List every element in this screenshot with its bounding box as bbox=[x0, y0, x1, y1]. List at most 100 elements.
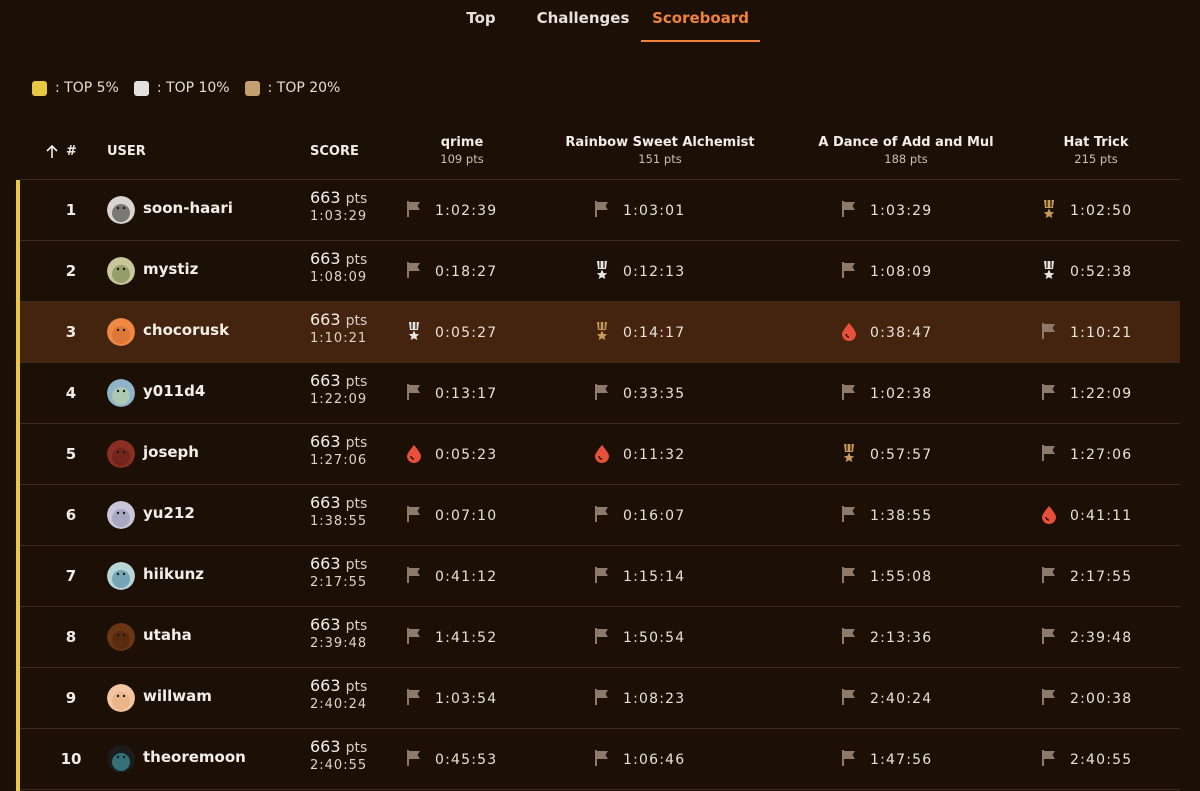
score-unit: pts bbox=[345, 557, 368, 573]
score-unit: pts bbox=[345, 679, 368, 695]
scoreboard-rows: 1 soon-haari 663 pts 1:03:29 1:02:39 1:03:01 1… bbox=[20, 180, 1180, 790]
table-row[interactable]: 1 soon-haari 663 pts 1:03:29 1:02:39 1:03:01 1… bbox=[20, 180, 1180, 241]
avatar[interactable] bbox=[107, 379, 135, 407]
flag-icon bbox=[405, 382, 423, 406]
username-link[interactable]: soon-haari bbox=[143, 199, 233, 217]
avatar[interactable] bbox=[107, 562, 135, 590]
solve-time: 1:22:09 bbox=[1070, 386, 1133, 402]
solve-time: 0:16:07 bbox=[623, 508, 686, 524]
rank-column-header[interactable]: # bbox=[45, 144, 77, 159]
avatar[interactable] bbox=[107, 745, 135, 773]
challenge-header-rainbow-sweet-alchemist[interactable]: Rainbow Sweet Alchemist 151 pts bbox=[550, 135, 770, 166]
solve-cell: 0:05:23 bbox=[405, 443, 497, 467]
solve-cell: 1:02:50 bbox=[1040, 199, 1132, 223]
solve-cell: 1:15:14 bbox=[593, 565, 685, 589]
solve-time: 0:18:27 bbox=[435, 264, 498, 280]
score-cell: 663 pts 2:40:24 bbox=[310, 676, 370, 712]
flag-icon bbox=[593, 382, 611, 406]
score-time: 2:17:55 bbox=[310, 575, 368, 590]
solve-time: 1:03:29 bbox=[870, 203, 933, 219]
solve-time: 0:41:12 bbox=[435, 569, 498, 585]
tab-top[interactable]: Top bbox=[455, 8, 507, 42]
solve-time: 2:40:24 bbox=[870, 691, 933, 707]
challenge-header-a-dance-of-add-and-mul[interactable]: A Dance of Add and Mul 188 pts bbox=[796, 135, 1016, 166]
table-row[interactable]: 4 y011d4 663 pts 1:22:09 0:13:17 0:33:35 1:02:… bbox=[20, 363, 1180, 424]
rank-header-label: # bbox=[66, 144, 77, 159]
solve-cell: 1:55:08 bbox=[840, 565, 932, 589]
table-row[interactable]: 5 joseph 663 pts 1:27:06 0:05:23 0:11:32 0:57:… bbox=[20, 424, 1180, 485]
tab-scoreboard[interactable]: Scoreboard bbox=[641, 8, 760, 42]
solve-time: 0:12:13 bbox=[623, 264, 686, 280]
solve-cell: 1:38:55 bbox=[840, 504, 932, 528]
solve-time: 1:06:46 bbox=[623, 752, 686, 768]
solve-cell: 0:52:38 bbox=[1040, 260, 1132, 284]
solve-time: 1:10:21 bbox=[1070, 325, 1133, 341]
tab-challenges[interactable]: Challenges bbox=[528, 8, 638, 42]
score-value: 663 bbox=[310, 554, 341, 573]
score-value: 663 bbox=[310, 676, 341, 695]
score-value: 663 bbox=[310, 493, 341, 512]
solve-time: 1:50:54 bbox=[623, 630, 686, 646]
score-column-header: SCORE bbox=[310, 144, 359, 159]
table-row[interactable]: 7 hiikunz 663 pts 2:17:55 0:41:12 1:15:14 1:55… bbox=[20, 546, 1180, 607]
solve-time: 0:05:27 bbox=[435, 325, 498, 341]
score-unit: pts bbox=[345, 191, 368, 207]
username-link[interactable]: joseph bbox=[143, 443, 199, 461]
avatar[interactable] bbox=[107, 684, 135, 712]
solve-time: 1:08:09 bbox=[870, 264, 933, 280]
solve-time: 2:13:36 bbox=[870, 630, 933, 646]
solve-time: 0:52:38 bbox=[1070, 264, 1133, 280]
avatar[interactable] bbox=[107, 196, 135, 224]
username-link[interactable]: mystiz bbox=[143, 260, 198, 278]
avatar[interactable] bbox=[107, 501, 135, 529]
score-cell: 663 pts 1:27:06 bbox=[310, 432, 370, 468]
table-row[interactable]: 10 theoremoon 663 pts 2:40:55 0:45:53 1:06:46… bbox=[20, 729, 1180, 790]
avatar[interactable] bbox=[107, 318, 135, 346]
username-link[interactable]: chocorusk bbox=[143, 321, 229, 339]
username-link[interactable]: theoremoon bbox=[143, 748, 246, 766]
flag-icon bbox=[405, 687, 423, 711]
solve-cell: 0:05:27 bbox=[405, 321, 497, 345]
table-row[interactable]: 9 willwam 663 pts 2:40:24 1:03:54 1:08:23 2:40… bbox=[20, 668, 1180, 729]
solve-cell: 0:33:35 bbox=[593, 382, 685, 406]
score-unit: pts bbox=[345, 313, 368, 329]
solve-cell: 0:18:27 bbox=[405, 260, 497, 284]
challenge-header-qrime[interactable]: qrime 109 pts bbox=[400, 135, 524, 166]
flag-icon bbox=[405, 748, 423, 772]
score-cell: 663 pts 2:40:55 bbox=[310, 737, 370, 773]
avatar[interactable] bbox=[107, 440, 135, 468]
solve-cell: 1:10:21 bbox=[1040, 321, 1132, 345]
silver-medal-icon bbox=[593, 260, 611, 284]
username-link[interactable]: y011d4 bbox=[143, 382, 205, 400]
username-link[interactable]: hiikunz bbox=[143, 565, 204, 583]
legend-top-5: : TOP 5% bbox=[32, 80, 119, 96]
avatar[interactable] bbox=[107, 257, 135, 285]
table-row[interactable]: 6 yu212 663 pts 1:38:55 0:07:10 0:16:07 1:38:5… bbox=[20, 485, 1180, 546]
solve-cell: 0:16:07 bbox=[593, 504, 685, 528]
score-unit: pts bbox=[345, 618, 368, 634]
solve-cell: 0:57:57 bbox=[840, 443, 932, 467]
challenge-header-hat-trick[interactable]: Hat Trick 215 pts bbox=[1046, 135, 1146, 166]
flag-icon bbox=[840, 687, 858, 711]
avatar[interactable] bbox=[107, 623, 135, 651]
solve-time: 1:03:54 bbox=[435, 691, 498, 707]
rank-number: 7 bbox=[65, 567, 77, 585]
table-row[interactable]: 2 mystiz 663 pts 1:08:09 0:18:27 0:12:13 1:08:… bbox=[20, 241, 1180, 302]
username-link[interactable]: yu212 bbox=[143, 504, 195, 522]
solve-cell: 0:11:32 bbox=[593, 443, 685, 467]
rank-number: 2 bbox=[65, 262, 77, 280]
legend-label: : TOP 5% bbox=[55, 80, 119, 96]
username-link[interactable]: willwam bbox=[143, 687, 212, 705]
username-link[interactable]: utaha bbox=[143, 626, 192, 644]
table-row[interactable]: 8 utaha 663 pts 2:39:48 1:41:52 1:50:54 2:13:3… bbox=[20, 607, 1180, 668]
solve-time: 1:08:23 bbox=[623, 691, 686, 707]
score-unit: pts bbox=[345, 435, 368, 451]
score-cell: 663 pts 1:08:09 bbox=[310, 249, 370, 285]
solve-cell: 0:41:11 bbox=[1040, 504, 1132, 528]
solve-time: 0:57:57 bbox=[870, 447, 933, 463]
table-row[interactable]: 3 chocorusk 663 pts 1:10:21 0:05:27 0:14:17 0:… bbox=[20, 302, 1180, 363]
score-cell: 663 pts 1:22:09 bbox=[310, 371, 370, 407]
score-cell: 663 pts 1:03:29 bbox=[310, 188, 370, 224]
score-cell: 663 pts 2:17:55 bbox=[310, 554, 370, 590]
solve-cell: 0:07:10 bbox=[405, 504, 497, 528]
